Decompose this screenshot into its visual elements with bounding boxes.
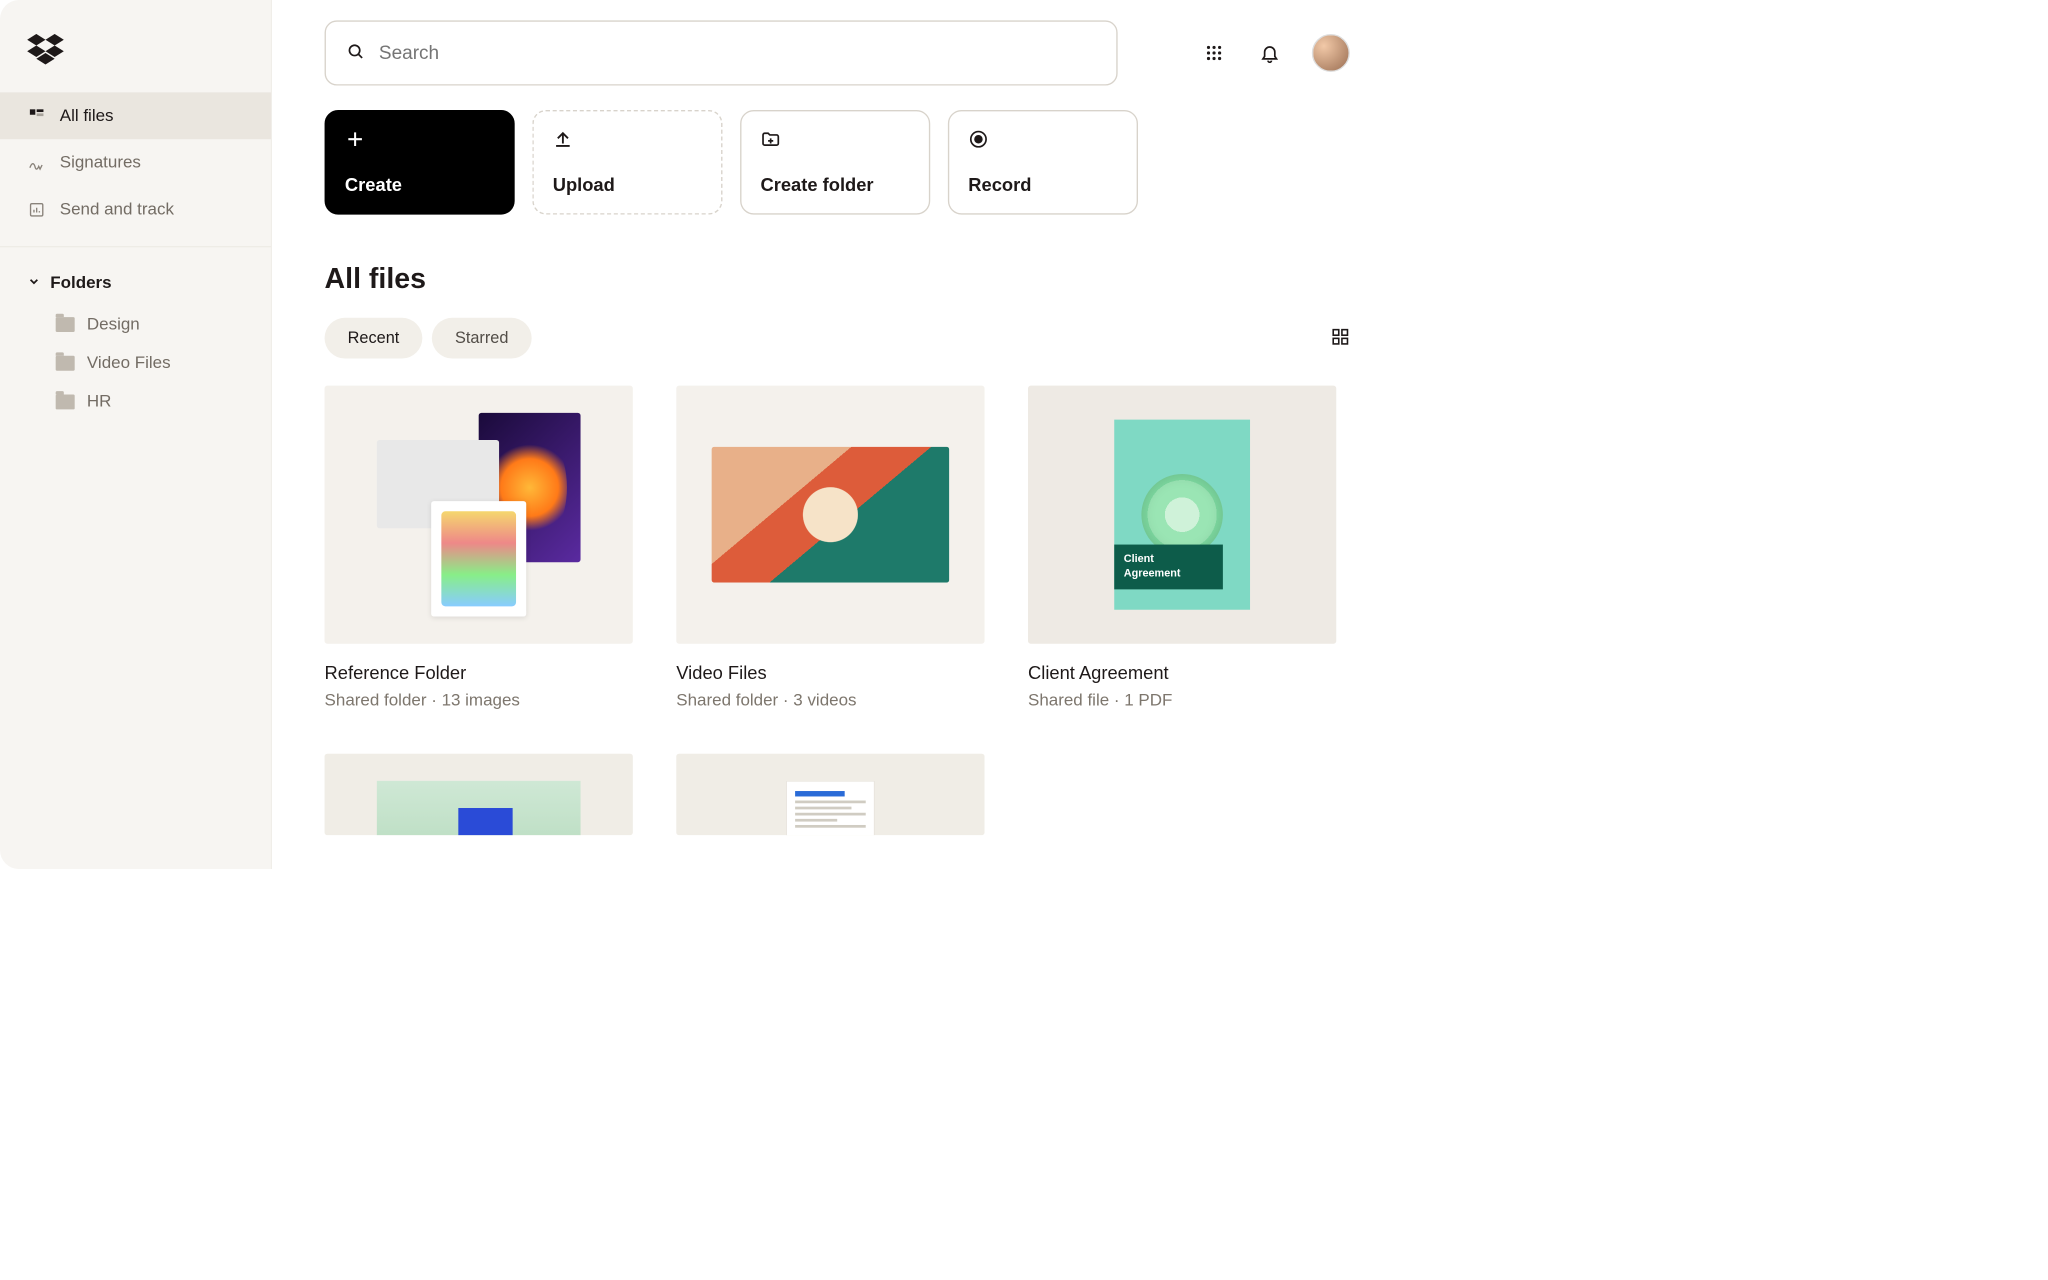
folder-icon [56,394,75,409]
file-thumbnail: Client Agreement [1028,386,1336,644]
file-grid: Reference Folder Shared folder · 13 imag… [325,386,1350,835]
file-thumbnail [325,754,633,835]
folder-plus-icon [760,129,782,151]
files-icon [27,106,46,125]
filter-row: Recent Starred [325,318,1350,359]
folder-label: Video Files [87,353,171,373]
plus-icon [345,129,367,151]
record-button[interactable]: Record [948,110,1138,215]
upload-icon [553,129,575,151]
grid-view-icon[interactable] [1331,327,1350,349]
main-content: Create Upload Create folder Record [272,0,1391,869]
folder-item-hr[interactable]: HR [0,382,271,421]
file-thumbnail [676,754,984,835]
folder-label: Design [87,314,140,334]
sidebar-item-label: Send and track [60,200,174,220]
action-label: Create folder [760,175,909,196]
folder-icon [56,317,75,332]
file-subtitle: Shared folder · 13 images [325,691,633,711]
search-input[interactable] [379,42,1096,64]
action-label: Create [345,175,494,196]
sidebar-item-send-track[interactable]: Send and track [0,186,271,233]
record-icon [968,129,990,151]
action-label: Upload [553,175,702,196]
search-bar[interactable] [325,20,1118,85]
folder-item-video-files[interactable]: Video Files [0,344,271,383]
apps-grid-icon[interactable] [1200,39,1227,66]
search-icon [346,42,365,64]
sidebar-item-signatures[interactable]: Signatures [0,139,271,186]
pdf-cover-label: Client Agreement [1114,545,1223,590]
analytics-icon [27,200,46,219]
create-folder-button[interactable]: Create folder [740,110,930,215]
signature-icon [27,153,46,172]
dropbox-logo[interactable] [0,20,271,92]
filter-recent[interactable]: Recent [325,318,423,359]
folder-item-design[interactable]: Design [0,305,271,344]
chevron-down-icon [27,273,41,293]
folders-header-label: Folders [50,273,111,293]
file-card-client-agreement[interactable]: Client Agreement Client Agreement Shared… [1028,386,1336,711]
file-thumbnail [676,386,984,644]
upload-button[interactable]: Upload [532,110,722,215]
sidebar-item-label: Signatures [60,153,141,173]
file-card-partial-1[interactable] [325,754,633,835]
sidebar-item-all-files[interactable]: All files [0,92,271,139]
action-row: Create Upload Create folder Record [325,110,1350,215]
folders-header[interactable]: Folders [0,261,271,305]
sidebar: All files Signatures Send and track Fold… [0,0,272,869]
create-button[interactable]: Create [325,110,515,215]
file-card-video-files[interactable]: Video Files Shared folder · 3 videos [676,386,984,711]
topbar [325,20,1350,85]
file-subtitle: Shared folder · 3 videos [676,691,984,711]
file-card-partial-2[interactable] [676,754,984,835]
file-title: Reference Folder [325,663,633,684]
action-label: Record [968,175,1117,196]
file-thumbnail [325,386,633,644]
file-title: Video Files [676,663,984,684]
bell-icon[interactable] [1256,39,1283,66]
sidebar-item-label: All files [60,106,114,126]
folder-icon [56,355,75,370]
sidebar-divider [0,246,271,247]
file-card-reference-folder[interactable]: Reference Folder Shared folder · 13 imag… [325,386,633,711]
file-title: Client Agreement [1028,663,1336,684]
file-subtitle: Shared file · 1 PDF [1028,691,1336,711]
avatar[interactable] [1312,34,1350,72]
page-title: All files [325,262,1350,295]
filter-starred[interactable]: Starred [432,318,532,359]
folder-label: HR [87,392,112,412]
